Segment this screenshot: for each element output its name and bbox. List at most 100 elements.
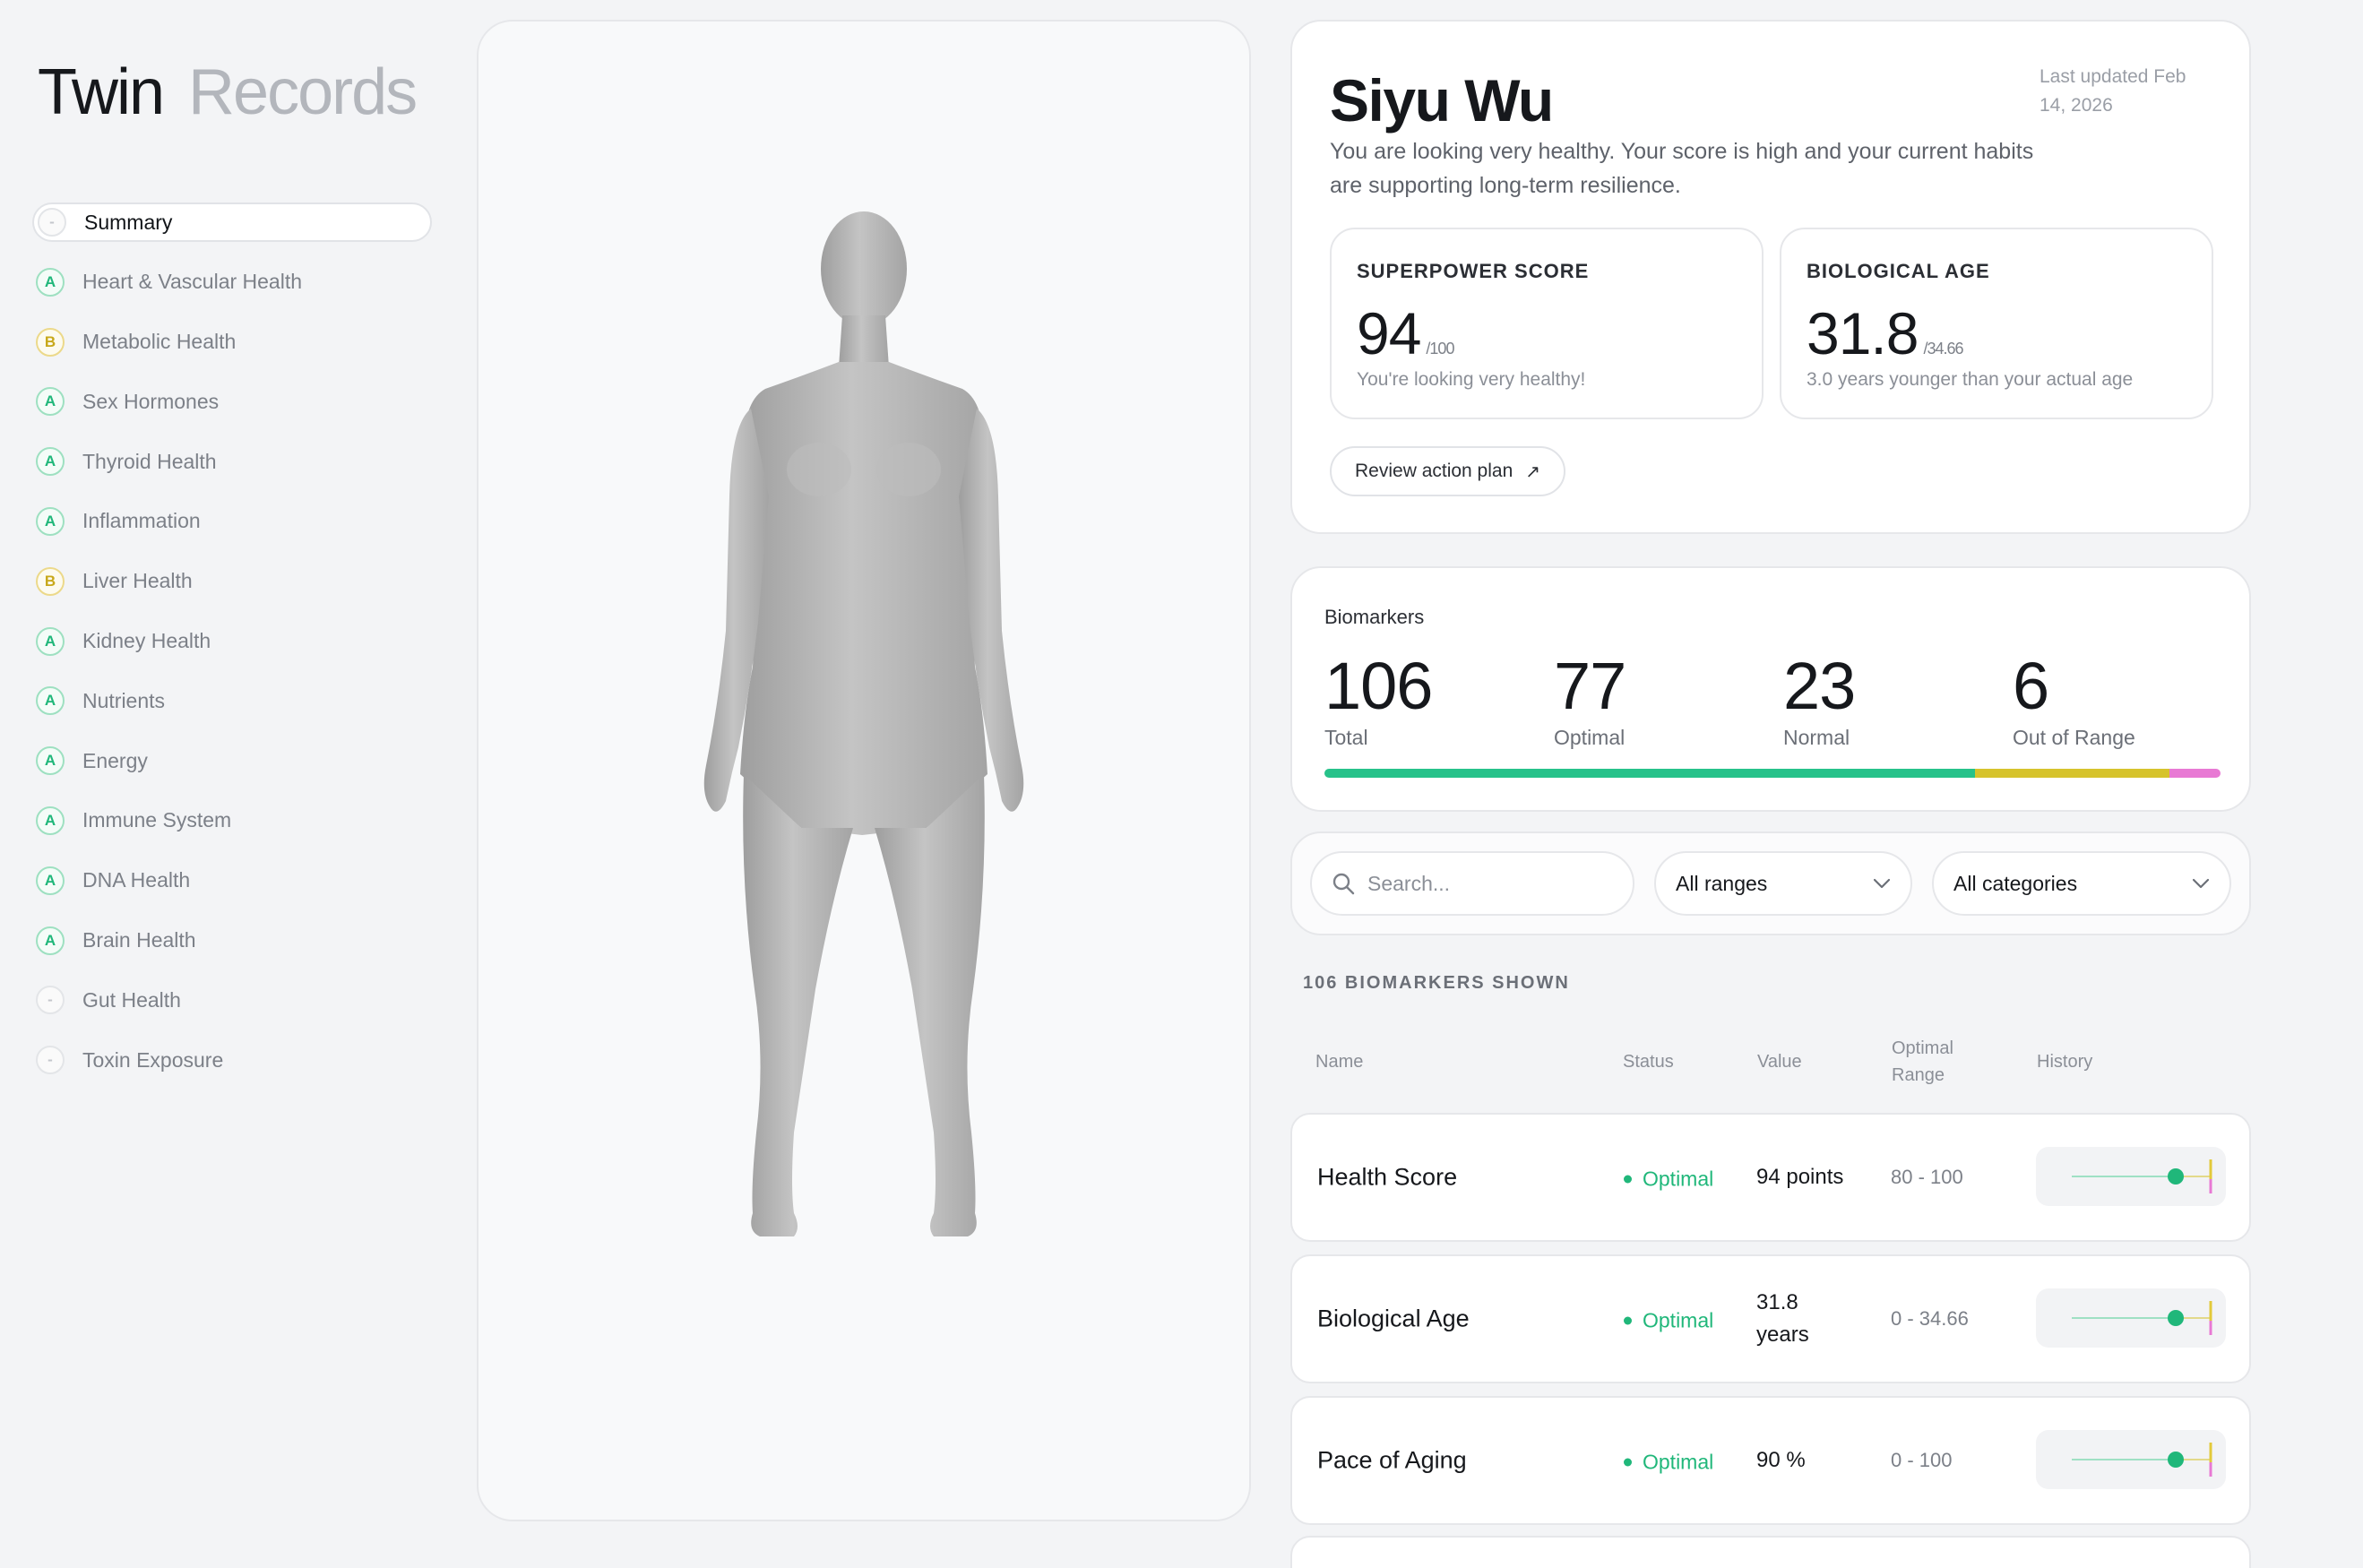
superpower-score-label: SUPERPOWER SCORE: [1357, 260, 1590, 282]
status-label: Optimal: [1643, 1167, 1714, 1191]
sidebar-item-toxin[interactable]: - Toxin Exposure: [32, 1040, 432, 1080]
biological-age-card: BIOLOGICAL AGE 31.8/34.66 3.0 years youn…: [1780, 228, 2213, 419]
status-label: Optimal: [1643, 1450, 1714, 1474]
optimal-range: 0 - 100: [1891, 1449, 1953, 1471]
biomarker-distribution-bar: [1324, 769, 2221, 778]
stat-label: Out of Range: [2013, 726, 2135, 749]
status-badge: Optimal: [1624, 1167, 1713, 1192]
superpower-score-suffix: /100: [1426, 340, 1454, 358]
grade-badge: B: [36, 327, 65, 357]
sidebar-item-label: Nutrients: [82, 688, 166, 712]
category-select-value: All categories: [1953, 871, 2078, 895]
grade-badge: A: [36, 926, 65, 955]
bar-segment-optimal: [1324, 769, 1976, 778]
search-icon: [1332, 873, 1355, 895]
app-title: Twin Records: [38, 56, 418, 129]
column-header-status[interactable]: Status: [1623, 1048, 1674, 1075]
search-input[interactable]: [1367, 871, 1618, 896]
sidebar-item-energy[interactable]: A Energy: [32, 741, 432, 780]
sidebar-item-label: Toxin Exposure: [82, 1047, 224, 1072]
grade-badge: -: [36, 1046, 65, 1075]
grade-badge: A: [36, 506, 65, 536]
review-action-plan-button[interactable]: Review action plan ↗: [1330, 446, 1566, 496]
sidebar-item-label: Sex Hormones: [82, 389, 220, 413]
status-label: Optimal: [1643, 1308, 1714, 1332]
sidebar-item-label: DNA Health: [82, 868, 191, 892]
status-badge: Optimal: [1624, 1309, 1713, 1333]
bar-segment-out-of-range: [2169, 769, 2221, 778]
sidebar-item-immune[interactable]: A Immune System: [32, 801, 432, 840]
sidebar-item-dna[interactable]: A DNA Health: [32, 861, 432, 900]
table-row[interactable]: Health Score Optimal 94 points 80 - 100: [1290, 1113, 2251, 1242]
grade-badge: A: [36, 626, 65, 656]
stat-label: Total: [1324, 726, 1368, 749]
stat-value: 106: [1324, 649, 1433, 723]
superpower-score-note: You're looking very healthy!: [1357, 369, 1586, 390]
grade-badge: A: [36, 686, 65, 716]
status-dot: [1624, 1458, 1632, 1467]
column-header-history[interactable]: History: [2037, 1048, 2092, 1075]
sidebar-item-liver[interactable]: B Liver Health: [32, 562, 432, 601]
stat-total: 106 Total: [1324, 649, 1433, 750]
history-sparkline[interactable]: [2036, 1430, 2226, 1489]
biomarker-value: 94 points: [1756, 1165, 1844, 1189]
range-select-value: All ranges: [1676, 871, 1768, 895]
history-sparkline-graphic: [2072, 1301, 2212, 1335]
grade-badge: A: [36, 267, 65, 297]
sidebar-item-inflammation[interactable]: A Inflammation: [32, 502, 432, 541]
optimal-range: 0 - 34.66: [1891, 1307, 1969, 1330]
sidebar-item-label: Gut Health: [82, 987, 181, 1012]
sidebar-item-summary[interactable]: - Summary: [32, 202, 432, 242]
sidebar-item-label: Metabolic Health: [82, 330, 237, 354]
grade-badge: A: [36, 746, 65, 776]
sidebar-item-sex-hormones[interactable]: A Sex Hormones: [32, 382, 432, 421]
category-select[interactable]: All categories: [1932, 851, 2231, 916]
biomarker-name: Health Score: [1317, 1163, 1458, 1191]
sidebar-item-kidney[interactable]: A Kidney Health: [32, 622, 432, 661]
sidebar-item-gut[interactable]: - Gut Health: [32, 980, 432, 1020]
body-model-viewer[interactable]: [477, 20, 1251, 1521]
app-title-records[interactable]: Records: [188, 56, 418, 128]
sidebar-item-label: Inflammation: [82, 509, 201, 533]
column-header-name[interactable]: Name: [1315, 1048, 1363, 1075]
stat-out-of-range: 6 Out of Range: [2013, 649, 2135, 750]
table-row[interactable]: Pace of Aging Optimal 90 % 0 - 100: [1290, 1396, 2251, 1525]
sidebar-item-brain[interactable]: A Brain Health: [32, 921, 432, 961]
column-header-optimal-range[interactable]: Optimal Range: [1892, 1035, 1981, 1089]
history-sparkline[interactable]: [2036, 1147, 2226, 1206]
sidebar-item-heart-vascular[interactable]: A Heart & Vascular Health: [32, 263, 432, 302]
profile-name: Siyu Wu: [1330, 67, 1554, 134]
sidebar-nav: - Summary A Heart & Vascular Health B Me…: [32, 202, 432, 1100]
grade-badge: -: [38, 208, 66, 237]
history-sparkline-graphic: [2072, 1159, 2212, 1193]
status-dot: [1624, 1316, 1632, 1325]
body-model-figure: [703, 211, 1024, 1236]
biomarker-value: 90 %: [1756, 1448, 1806, 1472]
sidebar-item-label: Liver Health: [82, 569, 193, 593]
biomarkers-title: Biomarkers: [1324, 606, 1425, 628]
grade-badge: A: [36, 387, 65, 417]
superpower-score-card: SUPERPOWER SCORE 94/100 You're looking v…: [1330, 228, 1764, 419]
grade-badge: A: [36, 806, 65, 835]
sidebar-item-metabolic[interactable]: B Metabolic Health: [32, 323, 432, 362]
biomarker-value: 31.8 years: [1756, 1290, 1809, 1347]
grade-badge: A: [36, 447, 65, 477]
stat-value: 6: [2013, 649, 2049, 723]
column-header-value[interactable]: Value: [1757, 1048, 1802, 1075]
stat-value: 77: [1554, 649, 1626, 723]
app-title-twin: Twin: [38, 56, 165, 128]
table-row-partial[interactable]: [1290, 1536, 2251, 1568]
sidebar-item-label: Kidney Health: [82, 629, 211, 653]
sidebar-item-nutrients[interactable]: A Nutrients: [32, 681, 432, 720]
search-box[interactable]: [1310, 851, 1634, 916]
sidebar-item-label: Immune System: [82, 808, 232, 832]
history-sparkline[interactable]: [2036, 1288, 2226, 1348]
profile-card: Siyu Wu Last updated Feb 14, 2026 You ar…: [1290, 20, 2251, 534]
range-select[interactable]: All ranges: [1654, 851, 1912, 916]
sidebar-item-thyroid[interactable]: A Thyroid Health: [32, 442, 432, 481]
biological-age-value: 31.8/34.66: [1807, 299, 1964, 367]
table-row[interactable]: Biological Age Optimal 31.8 years 0 - 34…: [1290, 1254, 2251, 1383]
superpower-score-number: 94: [1357, 300, 1421, 366]
status-badge: Optimal: [1624, 1451, 1713, 1475]
profile-description: You are looking very healthy. Your score…: [1330, 139, 2034, 198]
